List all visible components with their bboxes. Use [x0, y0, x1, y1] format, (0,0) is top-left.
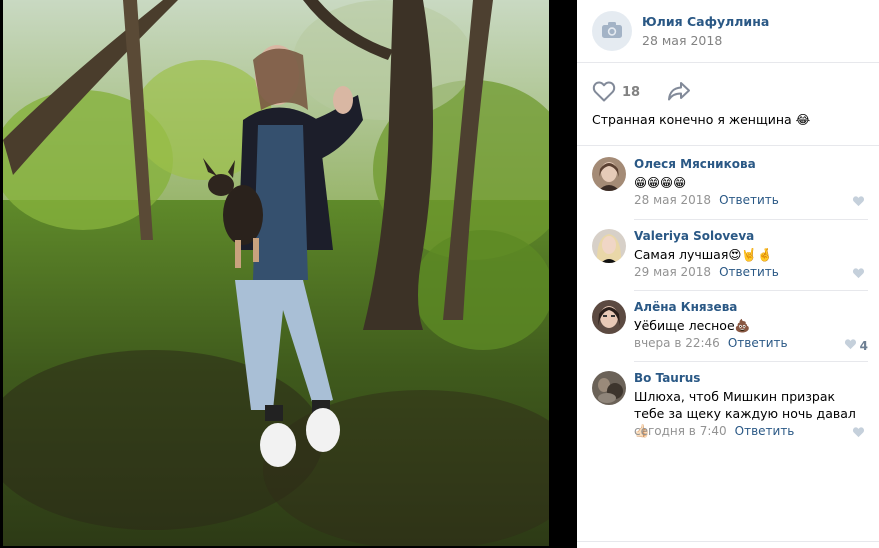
post-actions: 18	[592, 80, 872, 104]
like-button[interactable]: 18	[592, 80, 640, 104]
heart-icon	[852, 267, 865, 282]
camera-icon	[601, 21, 623, 42]
post-side-panel: Юлия Сафуллина 28 мая 2018 18 Странная к…	[577, 0, 879, 548]
reply-link[interactable]: Ответить	[728, 336, 788, 350]
divider	[634, 290, 868, 291]
comment-author[interactable]: Алёна Князева	[634, 300, 737, 314]
comment-avatar[interactable]	[592, 229, 626, 263]
comment-avatar[interactable]	[592, 371, 626, 405]
photo-image	[3, 0, 549, 546]
heart-icon	[844, 338, 857, 353]
comment-author[interactable]: Valeriya Soloveva	[634, 229, 754, 243]
post-owner: Юлия Сафуллина 28 мая 2018	[592, 11, 872, 51]
comment-meta: вчера в 22:46 Ответить	[634, 336, 788, 350]
comment-text: 😁😁😁😁	[634, 175, 687, 190]
comment: Valeriya Soloveva Самая лучшая😍🤘🤞 29 мая…	[592, 229, 868, 289]
comment-meta: 28 мая 2018 Ответить	[634, 193, 779, 207]
post-photo[interactable]	[3, 0, 549, 546]
comment-date[interactable]: 29 мая 2018	[634, 265, 711, 279]
heart-icon	[852, 426, 865, 441]
comment: Олеся Мясникова 😁😁😁😁 28 мая 2018 Ответить	[592, 157, 868, 217]
comment-avatar[interactable]	[592, 157, 626, 191]
share-arrow-icon	[666, 80, 692, 105]
comment-like-button[interactable]	[852, 426, 868, 441]
divider	[577, 62, 879, 63]
owner-avatar[interactable]	[592, 11, 632, 51]
comment-author[interactable]: Олеся Мясникова	[634, 157, 756, 171]
photo-viewer	[0, 0, 577, 548]
comment-like-button[interactable]	[852, 267, 868, 282]
comment-meta: 29 мая 2018 Ответить	[634, 265, 779, 279]
comment-date[interactable]: вчера в 22:46	[634, 336, 720, 350]
share-button[interactable]	[666, 80, 692, 104]
heart-icon	[852, 195, 865, 210]
comment-text: Уёбище лесное💩	[634, 318, 751, 333]
reply-link[interactable]: Ответить	[719, 193, 779, 207]
comment-like-button[interactable]: 4	[844, 338, 868, 353]
comment-author[interactable]: Bo Taurus	[634, 371, 700, 385]
divider	[634, 361, 868, 362]
comment-like-count: 4	[859, 338, 868, 353]
comment: Bo Taurus Шлюха, чтоб Мишкин призрак теб…	[592, 371, 868, 443]
comment-text: Самая лучшая😍🤘🤞	[634, 247, 773, 262]
post-caption: Странная конечно я женщина 😂	[592, 112, 811, 127]
owner-name[interactable]: Юлия Сафуллина	[642, 14, 769, 29]
comment-meta: сегодня в 7:40 Ответить	[634, 424, 794, 438]
comment-avatar[interactable]	[592, 300, 626, 334]
divider	[577, 145, 879, 146]
post-date[interactable]: 28 мая 2018	[642, 33, 722, 48]
comment: Алёна Князева Уёбище лесное💩 вчера в 22:…	[592, 300, 868, 360]
comment-like-button[interactable]	[852, 195, 868, 210]
divider	[577, 541, 879, 542]
like-count: 18	[622, 84, 641, 100]
reply-link[interactable]: Ответить	[719, 265, 779, 279]
divider	[634, 219, 868, 220]
heart-outline-icon	[592, 80, 616, 105]
comment-date[interactable]: сегодня в 7:40	[634, 424, 727, 438]
reply-link[interactable]: Ответить	[735, 424, 795, 438]
comment-date[interactable]: 28 мая 2018	[634, 193, 711, 207]
